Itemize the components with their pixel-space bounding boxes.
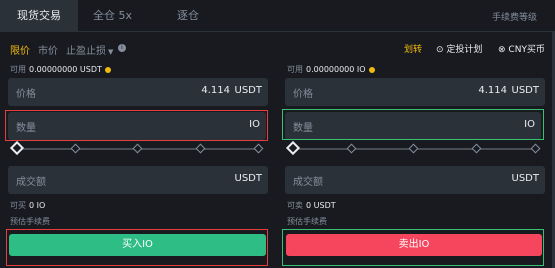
add-funds-icon[interactable] (368, 66, 375, 73)
slider-handle[interactable] (285, 140, 301, 156)
sell-available-value: 0.00000000 IO (306, 65, 366, 74)
trade-mode-tabs: 现货交易 全仓 5x 逐仓 手续费等级 (0, 0, 555, 32)
dca-label: 定投计划 (446, 45, 483, 55)
can-sell-label: 可卖 (287, 201, 303, 210)
tab-limit[interactable]: 限价 (10, 42, 30, 57)
sell-price-label: 价格 (293, 89, 313, 100)
slider-step-100[interactable] (530, 143, 541, 154)
cny-label: CNY买币 (508, 45, 545, 55)
slider-step-25[interactable] (346, 143, 357, 154)
buy-price-value: 4.114 (201, 85, 230, 96)
highlight-box (6, 229, 268, 266)
buy-available-label: 可用 (10, 65, 26, 74)
sell-max: 可卖 0 USDT (287, 200, 336, 211)
buy-price-unit: USDT (234, 85, 262, 96)
tab-isolated-margin[interactable]: 逐仓 (168, 0, 208, 32)
buy-total-unit: USDT (234, 173, 262, 184)
tab-stop-limit[interactable]: 止盈止损 ▼ (66, 42, 113, 57)
buy-total-label: 成交额 (16, 177, 46, 188)
buy-percent-slider[interactable] (9, 140, 264, 156)
tab-market[interactable]: 市价 (38, 42, 58, 57)
buy-max: 可买 0 IO (10, 200, 45, 211)
slider-step-75[interactable] (471, 143, 482, 154)
buy-total-field[interactable]: 成交额 USDT (8, 166, 268, 194)
cny-buy-button[interactable]: ⊗ CNY买币 (498, 42, 545, 55)
caret-down-icon: ▼ (108, 48, 114, 56)
fee-level-link[interactable]: 手续费等级 (492, 10, 537, 23)
highlight-box (5, 110, 268, 141)
buy-price-field[interactable]: 价格 4.114 USDT (8, 78, 268, 106)
stop-limit-label: 止盈止损 (66, 46, 106, 57)
highlight-box (282, 109, 544, 140)
dca-icon: ⊙ (436, 45, 444, 55)
tab-spot[interactable]: 现货交易 (0, 0, 78, 32)
sell-percent-slider[interactable] (285, 140, 541, 156)
sell-total-field[interactable]: 成交额 USDT (285, 166, 545, 194)
dca-plan-button[interactable]: ⊙ 定投计划 (436, 42, 482, 55)
slider-step-100[interactable] (253, 143, 264, 154)
info-icon[interactable]: i (118, 44, 126, 52)
add-funds-icon[interactable] (104, 66, 111, 73)
sell-price-field[interactable]: 价格 4.114 USDT (285, 78, 545, 106)
sell-available: 可用 0.00000000 IO (287, 64, 375, 75)
sell-price-unit: USDT (511, 85, 539, 96)
can-buy-label: 可买 (10, 201, 26, 210)
buy-price-label: 价格 (16, 89, 36, 100)
slider-step-25[interactable] (70, 143, 81, 154)
sell-price-value: 4.114 (478, 85, 507, 96)
can-sell-value: 0 USDT (306, 201, 336, 210)
sell-available-label: 可用 (287, 65, 303, 74)
can-buy-value: 0 IO (29, 201, 46, 210)
sell-fee-estimate: 预估手续费 (287, 217, 327, 226)
sell-total-unit: USDT (511, 173, 539, 184)
highlight-box (282, 229, 544, 266)
tab-cross-margin[interactable]: 全仓 5x (85, 0, 140, 32)
buy-fee-estimate: 预估手续费 (10, 217, 50, 226)
slider-step-50[interactable] (132, 143, 143, 154)
sell-total-label: 成交额 (293, 177, 323, 188)
order-type-tabs: 限价 市价 止盈止损 ▼ i 划转 ⊙ 定投计划 ⊗ CNY买币 (0, 36, 555, 58)
slider-step-75[interactable] (195, 143, 206, 154)
slider-step-50[interactable] (408, 143, 419, 154)
buy-available: 可用 0.00000000 USDT (10, 64, 111, 75)
buy-available-value: 0.00000000 USDT (29, 65, 102, 74)
cny-icon: ⊗ (498, 45, 506, 55)
slider-handle[interactable] (9, 140, 25, 156)
transfer-button[interactable]: 划转 (404, 42, 422, 55)
